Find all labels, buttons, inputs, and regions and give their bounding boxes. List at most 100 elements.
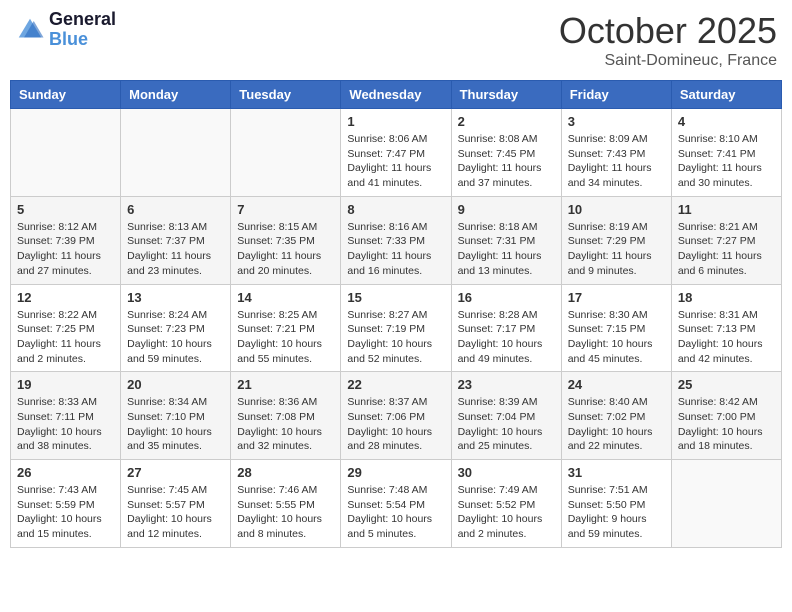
calendar-cell: 29Sunrise: 7:48 AMSunset: 5:54 PMDayligh…: [341, 460, 451, 548]
calendar-week-row: 1 Sunrise: 8:06 AMSunset: 7:47 PMDaylight…: [11, 109, 782, 197]
day-info: Sunrise: 8:21 AMSunset: 7:27 PMDaylight:…: [678, 220, 775, 279]
weekday-header: Sunday: [11, 81, 121, 109]
day-info: Sunrise: 8:08 AMSunset: 7:45 PMDaylight:…: [458, 132, 555, 191]
calendar-cell: 21 Sunrise: 8:36 AMSunset: 7:08 PMDayligh…: [231, 372, 341, 460]
weekday-header: Wednesday: [341, 81, 451, 109]
day-info: Sunrise: 8:12 AMSunset: 7:39 PMDaylight:…: [17, 220, 114, 279]
calendar-cell: 17 Sunrise: 8:30 AMSunset: 7:15 PMDayligh…: [561, 284, 671, 372]
day-info: Sunrise: 8:40 AMSunset: 7:02 PMDaylight:…: [568, 395, 665, 454]
day-info: Sunrise: 8:22 AMSunset: 7:25 PMDaylight:…: [17, 308, 114, 367]
day-info: Sunrise: 8:06 AMSunset: 7:47 PMDaylight:…: [347, 132, 444, 191]
day-info: Sunrise: 8:30 AMSunset: 7:15 PMDaylight:…: [568, 308, 665, 367]
weekday-header: Saturday: [671, 81, 781, 109]
day-number: 16: [458, 290, 555, 305]
day-number: 23: [458, 377, 555, 392]
day-number: 11: [678, 202, 775, 217]
day-info: Sunrise: 8:28 AMSunset: 7:17 PMDaylight:…: [458, 308, 555, 367]
calendar-cell: [121, 109, 231, 197]
day-info: Sunrise: 8:10 AMSunset: 7:41 PMDaylight:…: [678, 132, 775, 191]
calendar-cell: 7 Sunrise: 8:15 AMSunset: 7:35 PMDaylight…: [231, 196, 341, 284]
calendar-cell: 30Sunrise: 7:49 AMSunset: 5:52 PMDayligh…: [451, 460, 561, 548]
day-info: Sunrise: 8:27 AMSunset: 7:19 PMDaylight:…: [347, 308, 444, 367]
calendar-cell: 27Sunrise: 7:45 AMSunset: 5:57 PMDayligh…: [121, 460, 231, 548]
calendar-cell: [11, 109, 121, 197]
day-info: Sunrise: 8:15 AMSunset: 7:35 PMDaylight:…: [237, 220, 334, 279]
month-title: October 2025: [559, 10, 777, 52]
day-number: 14: [237, 290, 334, 305]
day-number: 25: [678, 377, 775, 392]
page-header: General Blue October 2025 Saint-Domineuc…: [10, 10, 782, 70]
calendar-cell: 4 Sunrise: 8:10 AMSunset: 7:41 PMDaylight…: [671, 109, 781, 197]
day-number: 20: [127, 377, 224, 392]
calendar-header-row: SundayMondayTuesdayWednesdayThursdayFrid…: [11, 81, 782, 109]
weekday-header: Thursday: [451, 81, 561, 109]
day-number: 13: [127, 290, 224, 305]
day-number: 1: [347, 114, 444, 129]
calendar-cell: 26 Sunrise: 7:43 AMSunset: 5:59 PMDayligh…: [11, 460, 121, 548]
title-block: October 2025 Saint-Domineuc, France: [559, 10, 777, 70]
calendar-cell: 25Sunrise: 8:42 AMSunset: 7:00 PMDayligh…: [671, 372, 781, 460]
day-number: 9: [458, 202, 555, 217]
day-number: 4: [678, 114, 775, 129]
day-info: Sunrise: 8:34 AMSunset: 7:10 PMDaylight:…: [127, 395, 224, 454]
day-info: Sunrise: 8:19 AMSunset: 7:29 PMDaylight:…: [568, 220, 665, 279]
day-number: 12: [17, 290, 114, 305]
day-number: 26: [17, 465, 114, 480]
calendar-cell: 10 Sunrise: 8:19 AMSunset: 7:29 PMDayligh…: [561, 196, 671, 284]
day-number: 10: [568, 202, 665, 217]
calendar-cell: [671, 460, 781, 548]
weekday-header: Friday: [561, 81, 671, 109]
calendar-cell: 16 Sunrise: 8:28 AMSunset: 7:17 PMDayligh…: [451, 284, 561, 372]
day-info: Sunrise: 7:48 AMSunset: 5:54 PMDaylight:…: [347, 483, 444, 542]
calendar-cell: 8 Sunrise: 8:16 AMSunset: 7:33 PMDaylight…: [341, 196, 451, 284]
calendar-cell: 14Sunrise: 8:25 AMSunset: 7:21 PMDayligh…: [231, 284, 341, 372]
location-title: Saint-Domineuc, France: [559, 52, 777, 70]
day-number: 31: [568, 465, 665, 480]
calendar-cell: 1 Sunrise: 8:06 AMSunset: 7:47 PMDaylight…: [341, 109, 451, 197]
day-number: 2: [458, 114, 555, 129]
day-number: 24: [568, 377, 665, 392]
day-info: Sunrise: 8:13 AMSunset: 7:37 PMDaylight:…: [127, 220, 224, 279]
day-number: 5: [17, 202, 114, 217]
calendar-cell: 12 Sunrise: 8:22 AMSunset: 7:25 PMDayligh…: [11, 284, 121, 372]
logo: General Blue: [15, 10, 116, 50]
day-info: Sunrise: 7:43 AMSunset: 5:59 PMDaylight:…: [17, 483, 114, 542]
day-info: Sunrise: 8:37 AMSunset: 7:06 PMDaylight:…: [347, 395, 444, 454]
day-number: 7: [237, 202, 334, 217]
day-info: Sunrise: 8:16 AMSunset: 7:33 PMDaylight:…: [347, 220, 444, 279]
calendar-week-row: 12 Sunrise: 8:22 AMSunset: 7:25 PMDayligh…: [11, 284, 782, 372]
day-number: 8: [347, 202, 444, 217]
day-info: Sunrise: 8:33 AMSunset: 7:11 PMDaylight:…: [17, 395, 114, 454]
day-number: 22: [347, 377, 444, 392]
weekday-header: Monday: [121, 81, 231, 109]
calendar-week-row: 26 Sunrise: 7:43 AMSunset: 5:59 PMDayligh…: [11, 460, 782, 548]
day-info: Sunrise: 8:31 AMSunset: 7:13 PMDaylight:…: [678, 308, 775, 367]
day-info: Sunrise: 7:46 AMSunset: 5:55 PMDaylight:…: [237, 483, 334, 542]
calendar-cell: 28 Sunrise: 7:46 AMSunset: 5:55 PMDayligh…: [231, 460, 341, 548]
day-info: Sunrise: 8:36 AMSunset: 7:08 PMDaylight:…: [237, 395, 334, 454]
day-number: 28: [237, 465, 334, 480]
day-info: Sunrise: 8:09 AMSunset: 7:43 PMDaylight:…: [568, 132, 665, 191]
calendar-cell: 18 Sunrise: 8:31 AMSunset: 7:13 PMDayligh…: [671, 284, 781, 372]
calendar-cell: 5 Sunrise: 8:12 AMSunset: 7:39 PMDaylight…: [11, 196, 121, 284]
calendar-cell: 20 Sunrise: 8:34 AMSunset: 7:10 PMDayligh…: [121, 372, 231, 460]
calendar-cell: 9 Sunrise: 8:18 AMSunset: 7:31 PMDaylight…: [451, 196, 561, 284]
calendar-cell: 2 Sunrise: 8:08 AMSunset: 7:45 PMDaylight…: [451, 109, 561, 197]
day-number: 6: [127, 202, 224, 217]
calendar-cell: 11 Sunrise: 8:21 AMSunset: 7:27 PMDayligh…: [671, 196, 781, 284]
day-info: Sunrise: 8:39 AMSunset: 7:04 PMDaylight:…: [458, 395, 555, 454]
day-info: Sunrise: 8:18 AMSunset: 7:31 PMDaylight:…: [458, 220, 555, 279]
calendar-cell: 24 Sunrise: 8:40 AMSunset: 7:02 PMDayligh…: [561, 372, 671, 460]
day-number: 3: [568, 114, 665, 129]
day-number: 19: [17, 377, 114, 392]
logo-text: General Blue: [49, 10, 116, 50]
day-number: 17: [568, 290, 665, 305]
logo-icon: [15, 15, 45, 45]
day-number: 18: [678, 290, 775, 305]
day-number: 21: [237, 377, 334, 392]
calendar-cell: 15Sunrise: 8:27 AMSunset: 7:19 PMDayligh…: [341, 284, 451, 372]
calendar-cell: 19 Sunrise: 8:33 AMSunset: 7:11 PMDayligh…: [11, 372, 121, 460]
day-info: Sunrise: 8:24 AMSunset: 7:23 PMDaylight:…: [127, 308, 224, 367]
calendar-cell: 31Sunrise: 7:51 AMSunset: 5:50 PMDayligh…: [561, 460, 671, 548]
day-number: 27: [127, 465, 224, 480]
